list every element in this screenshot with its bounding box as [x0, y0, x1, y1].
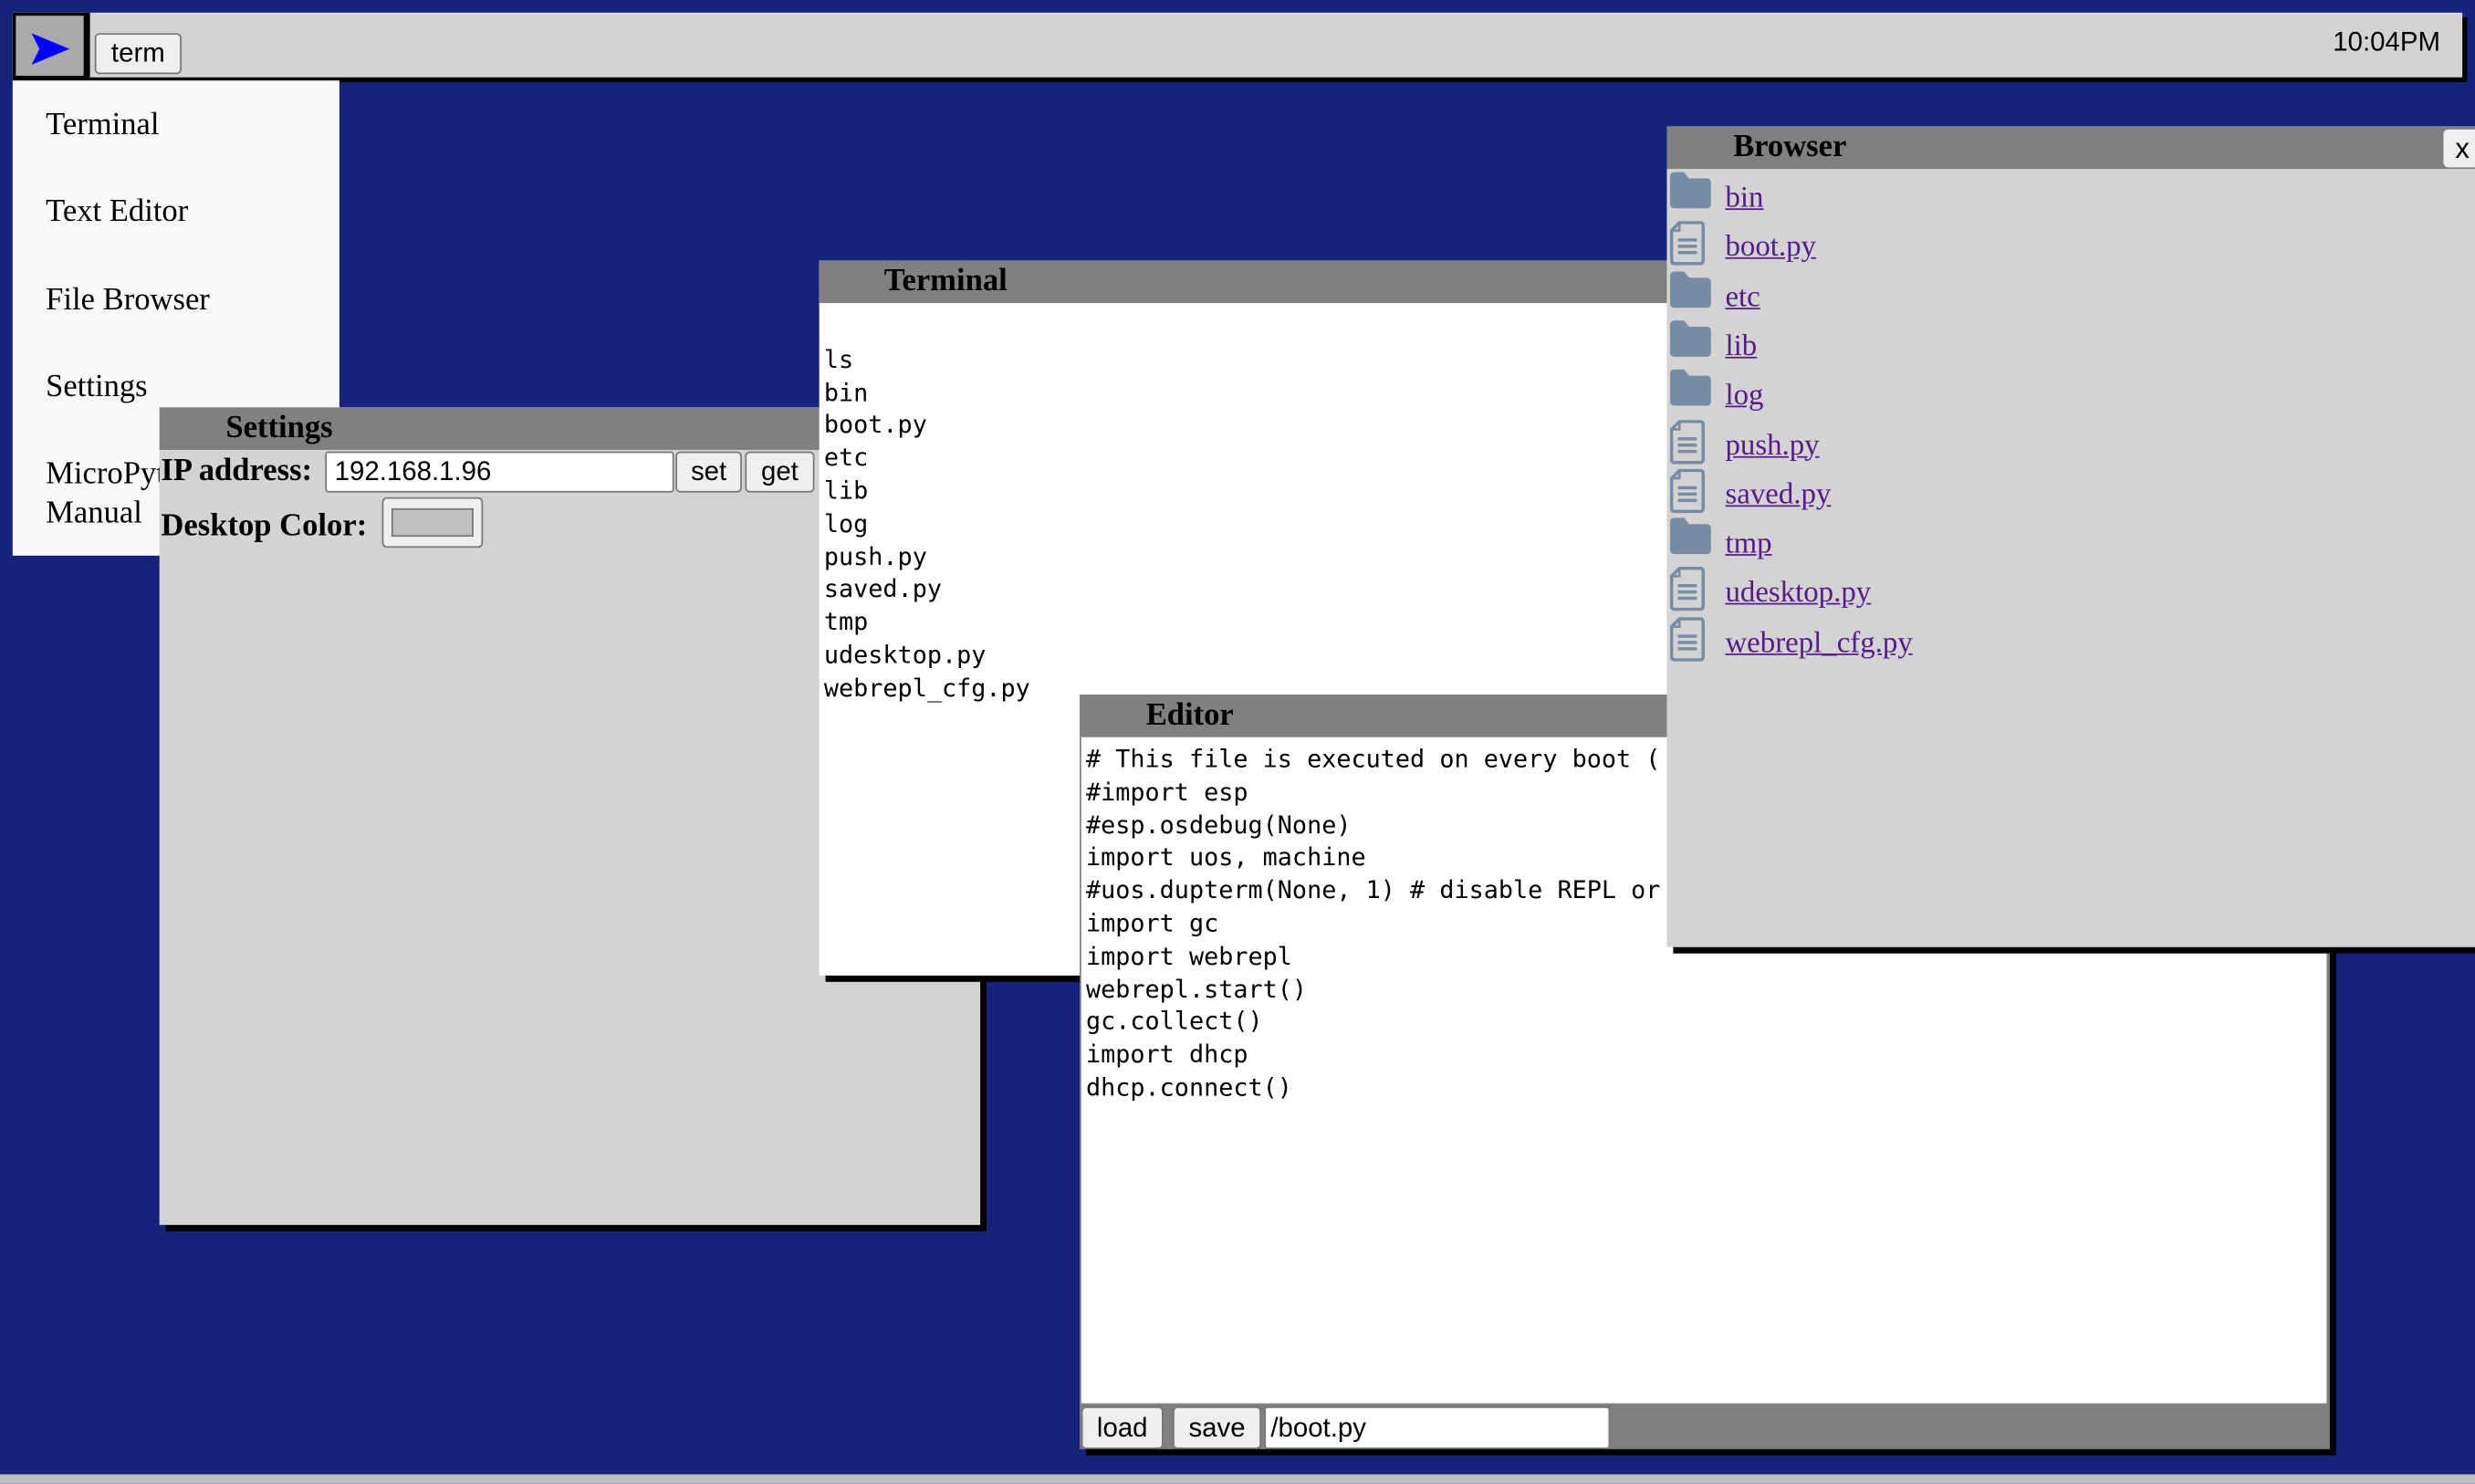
text-line: tmp — [823, 608, 869, 637]
file-link[interactable]: push.py — [1725, 429, 1819, 464]
file-link[interactable]: saved.py — [1725, 478, 1831, 513]
set-button[interactable]: set — [675, 451, 742, 493]
text-line: log — [823, 509, 869, 538]
file-link[interactable]: udesktop.py — [1725, 577, 1871, 611]
menu-item-settings[interactable]: Settings — [46, 368, 329, 407]
menu-item-text-editor[interactable]: Text Editor — [46, 193, 329, 232]
text-line: udesktop.py — [823, 641, 987, 670]
text-line: webrepl_cfg.py — [823, 674, 1030, 703]
text-line: lib — [823, 476, 869, 506]
desktop: 10:04PM term Terminal Text Editor File B… — [0, 0, 2475, 1484]
text-line: ls — [823, 345, 854, 374]
horizontal-scrollbar[interactable] — [0, 1474, 2475, 1484]
close-button[interactable]: x — [2443, 129, 2475, 168]
file-path-input[interactable]: /boot.py — [1264, 1406, 1611, 1449]
desktop-color-picker[interactable] — [381, 496, 484, 549]
save-button[interactable]: save — [1173, 1406, 1261, 1449]
file-icon — [1669, 616, 1705, 662]
text-line: bin — [823, 378, 869, 407]
file-link[interactable]: log — [1725, 379, 1763, 413]
color-swatch — [391, 507, 474, 538]
window-title: Terminal — [883, 263, 1008, 298]
window-title: Editor — [1145, 697, 1234, 733]
file-link[interactable]: etc — [1725, 280, 1760, 315]
ip-address-input[interactable]: 192.168.1.96 — [325, 451, 674, 493]
text-line: dhcp.connect() — [1085, 1073, 1292, 1103]
folder-icon — [1669, 370, 1711, 406]
window-title: Browser — [1733, 129, 1847, 164]
get-button[interactable]: get — [745, 451, 815, 493]
ip-address-label: IP address: — [161, 453, 313, 488]
load-button[interactable]: load — [1081, 1406, 1164, 1449]
folder-icon — [1669, 270, 1711, 308]
text-line: boot.py — [823, 411, 927, 440]
text-line: push.py — [823, 542, 927, 571]
folder-icon — [1669, 517, 1711, 555]
text-line: gc.collect() — [1085, 1008, 1263, 1037]
text-line: etc — [823, 444, 869, 473]
file-link[interactable]: boot.py — [1725, 231, 1816, 266]
folder-icon — [1669, 172, 1711, 209]
text-line: webrepl.start() — [1085, 975, 1308, 1004]
text-line — [824, 311, 1030, 344]
play-arrow-icon — [31, 33, 70, 65]
file-icon — [1669, 567, 1705, 612]
text-line: import dhcp — [1085, 1040, 1248, 1070]
browser-titlebar[interactable]: Browser — [1666, 126, 2475, 170]
start-button[interactable] — [12, 12, 90, 82]
file-link[interactable]: lib — [1725, 329, 1757, 364]
file-icon — [1669, 468, 1705, 513]
menu-item-terminal[interactable]: Terminal — [46, 106, 329, 145]
file-link[interactable]: webrepl_cfg.py — [1725, 626, 1912, 661]
folder-icon — [1669, 319, 1711, 357]
browser-window: Browser x bin boot.py etc lib log push.py save… — [1666, 126, 2475, 947]
clock: 10:04PM — [2333, 26, 2440, 57]
file-link[interactable]: tmp — [1725, 528, 1771, 562]
terminal-output[interactable]: ls bin boot.py etc lib log push.py saved.py tmp u… — [824, 311, 1030, 705]
taskbar: 10:04PM — [12, 12, 2463, 78]
file-link[interactable]: bin — [1725, 182, 1763, 216]
taskbar-app-term[interactable]: term — [94, 33, 182, 75]
desktop-color-label: Desktop Color: — [161, 507, 368, 543]
window-title: Settings — [225, 410, 333, 445]
file-icon — [1669, 419, 1705, 464]
text-line: saved.py — [823, 575, 942, 604]
menu-item-file-browser[interactable]: File Browser — [46, 281, 329, 320]
file-icon — [1669, 221, 1705, 266]
terminal-titlebar[interactable]: Terminal — [819, 260, 1704, 304]
